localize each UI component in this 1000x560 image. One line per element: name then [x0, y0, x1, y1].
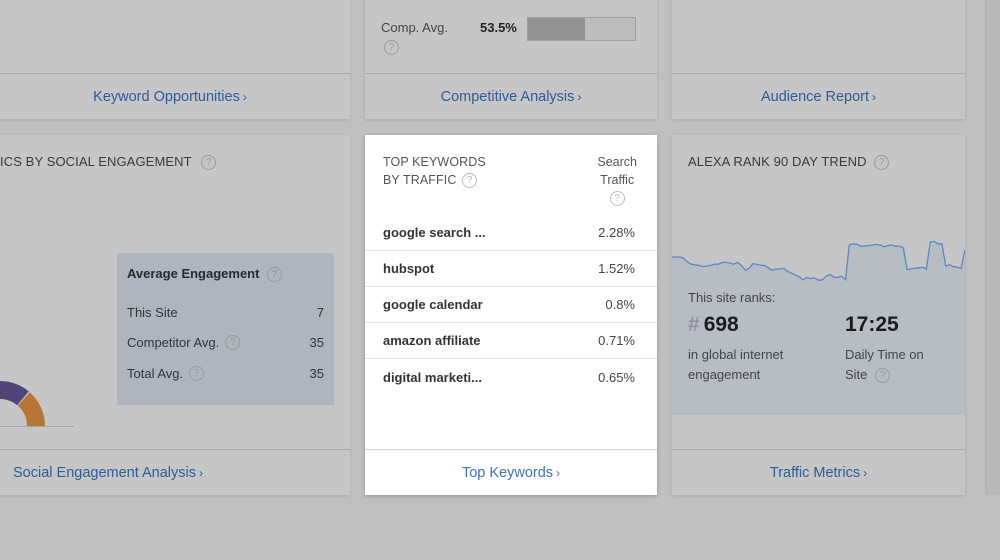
comp-avg-bar-fill: [528, 18, 586, 40]
keyword-traffic: 0.8%: [605, 297, 635, 312]
card-footer: Competitive Analysis ›: [365, 73, 657, 119]
card-footer: Top Keywords ›: [365, 449, 657, 495]
audience-report-link[interactable]: Audience Report ›: [761, 89, 876, 105]
link-label: Audience Report: [760, 88, 869, 105]
keyword-traffic: 2.28%: [598, 225, 635, 240]
keyword-name: digital marketi...: [383, 369, 482, 385]
traffic-metrics-link[interactable]: Traffic Metrics ›: [770, 465, 867, 481]
social-title-text: ICS BY SOCIAL ENGAGEMENT: [0, 154, 192, 169]
top-keywords-card: TOP KEYWORDS BY TRAFFIC ? Search Traffic…: [365, 135, 657, 495]
chevron-right-icon: ›: [556, 465, 561, 480]
comp-avg-label: Comp. Avg.: [381, 20, 448, 35]
alexa-rank-card: ALEXA RANK 90 DAY TREND ? This site rank…: [672, 135, 965, 495]
avg-label-text: Total Avg.: [127, 366, 184, 381]
link-label: Traffic Metrics: [769, 464, 861, 481]
title-line: TOP KEYWORDS: [383, 155, 486, 169]
keyword-row[interactable]: amazon affiliate 0.71%: [365, 323, 657, 359]
social-engagement-analysis-link[interactable]: Social Engagement Analysis ›: [13, 465, 203, 481]
help-icon[interactable]: ?: [875, 368, 891, 384]
avg-row-label: Total Avg.?: [127, 366, 205, 381]
social-donut-chart: [0, 381, 45, 426]
chevron-right-icon: ›: [872, 89, 876, 104]
alexa-title-text: ALEXA RANK 90 DAY TREND: [688, 154, 867, 169]
keyword-name: hubspot: [383, 261, 435, 276]
rank-sub-line: in global internet: [688, 347, 784, 362]
keyword-row[interactable]: digital marketi... 0.65%: [365, 359, 657, 395]
card-footer: Audience Report ›: [672, 73, 965, 119]
site-ranks-label: This site ranks:: [688, 290, 776, 305]
social-card-title: ICS BY SOCIAL ENGAGEMENT ?: [0, 154, 217, 171]
help-icon[interactable]: ?: [874, 155, 890, 171]
card-footer: Keyword Opportunities ›: [0, 73, 350, 119]
donut-baseline: [0, 426, 74, 427]
title-line: BY TRAFFIC: [383, 173, 457, 187]
avg-label-text: Competitor Avg.: [127, 335, 220, 350]
keyword-traffic: 1.52%: [598, 261, 635, 276]
keyword-opportunities-link[interactable]: Keyword Opportunities ›: [93, 89, 247, 105]
rank-value: 698: [703, 313, 739, 336]
keyword-traffic: 0.65%: [598, 369, 635, 385]
keyword-name: google calendar: [383, 297, 483, 312]
alexa-card-title: ALEXA RANK 90 DAY TREND ?: [688, 154, 890, 171]
keyword-opportunities-card: Keyword Opportunities ›: [0, 0, 350, 119]
keyword-row[interactable]: google calendar 0.8%: [365, 287, 657, 323]
link-label: Top Keywords: [461, 464, 554, 481]
keyword-list: google search ... 2.28% hubspot 1.52% go…: [365, 215, 657, 395]
keyword-name: google search ...: [383, 225, 486, 240]
help-icon[interactable]: ?: [267, 267, 283, 283]
header-line: Traffic: [600, 173, 635, 187]
help-icon[interactable]: ?: [201, 155, 217, 171]
avg-label-text: This Site: [127, 305, 178, 320]
chevron-right-icon: ›: [863, 465, 868, 480]
rank-description: in global internet engagement: [688, 345, 783, 385]
help-icon[interactable]: ?: [189, 366, 205, 381]
help-icon[interactable]: ?: [384, 40, 399, 55]
top-keywords-title: TOP KEYWORDS BY TRAFFIC ?: [383, 153, 486, 189]
avg-row-label: This Site: [127, 305, 178, 320]
competitive-analysis-card: Comp. Avg. ? 53.5% Competitive Analysis ›: [365, 0, 657, 119]
audience-card: Audience Report ›: [672, 0, 965, 119]
help-icon[interactable]: ?: [609, 191, 625, 207]
social-engagement-card: ICS BY SOCIAL ENGAGEMENT ? Average Engag…: [0, 135, 350, 495]
keyword-row[interactable]: google search ... 2.28%: [365, 215, 657, 251]
avg-row-value: 35: [309, 366, 324, 381]
time-sub-line: Site: [845, 367, 868, 382]
card-footer: Social Engagement Analysis ›: [0, 449, 350, 495]
link-label: Keyword Opportunities: [93, 88, 240, 105]
search-traffic-column-header: Search Traffic ?: [597, 153, 637, 207]
comp-avg-bar: [527, 17, 636, 41]
comp-avg-value: 53.5%: [480, 20, 517, 35]
avg-row-this-site: This Site 7: [127, 305, 324, 320]
keyword-traffic: 0.71%: [598, 333, 635, 348]
avg-row-total: Total Avg.? 35: [127, 366, 324, 381]
scrollbar[interactable]: [985, 0, 1000, 494]
top-keywords-link[interactable]: Top Keywords ›: [462, 465, 560, 481]
chevron-right-icon: ›: [242, 89, 247, 104]
daily-time-description: Daily Time on Site ?: [845, 345, 924, 385]
avg-row-label: Competitor Avg.?: [127, 335, 241, 350]
card-footer: Traffic Metrics ›: [672, 449, 965, 495]
chevron-right-icon: ›: [198, 465, 203, 480]
avg-row-competitor: Competitor Avg.? 35: [127, 335, 324, 350]
rank-sub-line: engagement: [688, 367, 761, 382]
help-icon[interactable]: ?: [225, 335, 241, 350]
daily-time-value: 17:25: [845, 313, 899, 336]
time-sub-line: Daily Time on: [845, 347, 924, 362]
competitive-analysis-link[interactable]: Competitive Analysis ›: [441, 89, 582, 105]
avg-row-value: 7: [316, 305, 324, 320]
keyword-name: amazon affiliate: [383, 333, 481, 348]
global-rank: #698: [688, 313, 739, 337]
help-icon[interactable]: ?: [462, 173, 478, 189]
chevron-right-icon: ›: [577, 89, 582, 104]
keyword-row[interactable]: hubspot 1.52%: [365, 251, 657, 287]
hash-icon: #: [688, 313, 700, 336]
avg-title-text: Average Engagement: [127, 266, 260, 281]
average-engagement-title: Average Engagement ?: [127, 266, 283, 283]
header-line: Search: [597, 155, 637, 169]
average-engagement-box: Average Engagement ? This Site 7 Competi…: [117, 253, 334, 405]
link-label: Social Engagement Analysis: [13, 464, 196, 481]
link-label: Competitive Analysis: [440, 88, 575, 105]
avg-row-value: 35: [309, 335, 324, 350]
